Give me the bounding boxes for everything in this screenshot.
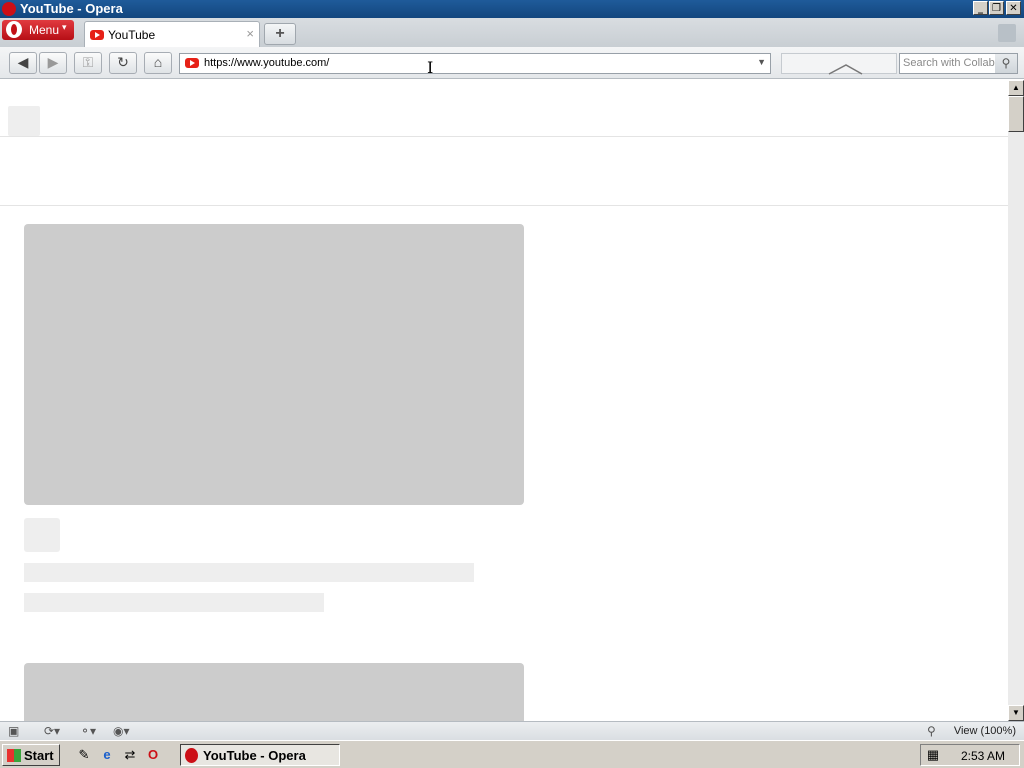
address-dropdown-icon[interactable]: ▼	[757, 57, 766, 67]
restore-button[interactable]: ❐	[989, 1, 1004, 15]
tab-youtube[interactable]: YouTube ×	[84, 21, 260, 47]
close-button[interactable]: ✕	[1006, 1, 1021, 15]
tab-bar: Menu ▾ YouTube × +	[0, 18, 1024, 47]
title-line-placeholder	[24, 563, 474, 582]
zoom-icon[interactable]: ⚲	[927, 724, 936, 738]
clock[interactable]: 2:53 AM	[961, 749, 1005, 763]
chevron-down-icon: ▾	[62, 22, 67, 32]
forward-button[interactable]: ▶	[39, 52, 67, 74]
tab-close-icon[interactable]: ×	[246, 26, 254, 41]
turbo-icon[interactable]: ◉▾	[113, 724, 130, 738]
opera-logo-inner-icon	[11, 24, 17, 35]
text-cursor-icon: I	[427, 58, 434, 77]
search-box[interactable]: Search with Collab' ⚲	[899, 53, 1018, 74]
tray-app-icon[interactable]: ▦	[925, 747, 941, 763]
page-preview-icon	[828, 64, 863, 75]
tab-label: YouTube	[108, 28, 156, 42]
home-button[interactable]: ⌂	[144, 52, 172, 74]
back-button[interactable]: ◀	[9, 52, 37, 74]
divider	[0, 136, 1008, 137]
taskbar: Start ✎ e ⇄ O YouTube - Opera ▦ 2:53 AM	[0, 740, 1024, 768]
page-content	[0, 80, 1008, 721]
wand-button[interactable]: ⚿	[74, 52, 102, 74]
windows-logo-icon	[7, 749, 21, 762]
key-icon: ⚿	[82, 54, 94, 70]
start-label: Start	[24, 748, 54, 763]
window-titlebar[interactable]: YouTube - Opera _ ❐ ✕	[0, 0, 1024, 18]
vertical-scrollbar[interactable]: ▲ ▼	[1008, 80, 1024, 721]
taskbar-item-label: YouTube - Opera	[203, 748, 306, 763]
search-icon[interactable]: ⚲	[995, 54, 1017, 73]
avatar-placeholder	[24, 518, 60, 552]
system-tray: ▦ 2:53 AM	[920, 744, 1020, 766]
reload-icon: ↻	[117, 54, 129, 70]
back-icon: ◀	[17, 54, 29, 70]
opera-menu-button[interactable]: Menu ▾	[2, 20, 74, 40]
video-thumbnail-placeholder	[24, 663, 524, 721]
share-icon[interactable]: ⚬▾	[80, 724, 96, 738]
search-input[interactable]: Search with Collab'	[903, 57, 997, 69]
trash-icon[interactable]	[998, 24, 1016, 42]
speed-dial-preview[interactable]	[781, 53, 897, 75]
divider	[0, 205, 1008, 206]
network-icon[interactable]: ⇄	[122, 747, 138, 763]
scroll-thumb[interactable]	[1008, 96, 1024, 132]
internet-explorer-icon[interactable]: e	[99, 747, 115, 763]
status-bar: ▣ ⟳▾ ⚬▾ ◉▾ ⚲ View (100%)	[0, 721, 1024, 740]
reload-button[interactable]: ↻	[109, 52, 137, 74]
youtube-favicon-icon	[90, 30, 104, 40]
panel-toggle-icon[interactable]: ▣	[8, 724, 19, 738]
youtube-favicon-icon	[185, 58, 199, 68]
logo-placeholder	[8, 106, 40, 136]
new-tab-button[interactable]: +	[264, 23, 296, 45]
zoom-level[interactable]: View (100%)	[954, 725, 1016, 737]
taskbar-item-opera[interactable]: YouTube - Opera	[180, 744, 340, 766]
address-bar[interactable]: https://www.youtube.com/ ▼	[179, 53, 771, 74]
meta-line-placeholder	[24, 593, 324, 612]
start-button[interactable]: Start	[2, 744, 60, 766]
forward-icon: ▶	[47, 54, 59, 70]
address-url[interactable]: https://www.youtube.com/	[204, 57, 329, 69]
home-icon: ⌂	[153, 54, 163, 70]
opera-logo-icon	[185, 748, 198, 763]
window-title: YouTube - Opera	[20, 1, 123, 16]
menu-label: Menu	[29, 23, 60, 37]
scroll-up-button[interactable]: ▲	[1008, 80, 1024, 96]
show-desktop-icon[interactable]: ✎	[76, 747, 92, 763]
sync-icon[interactable]: ⟳▾	[44, 724, 60, 738]
navigation-bar: ◀ ▶ ⚿ ↻ ⌂ https://www.youtube.com/ ▼ I S…	[0, 47, 1024, 79]
scroll-down-button[interactable]: ▼	[1008, 705, 1024, 721]
minimize-button[interactable]: _	[973, 1, 988, 15]
opera-logo-icon	[2, 2, 16, 16]
video-thumbnail-placeholder	[24, 224, 524, 505]
opera-quicklaunch-icon[interactable]: O	[145, 747, 161, 763]
